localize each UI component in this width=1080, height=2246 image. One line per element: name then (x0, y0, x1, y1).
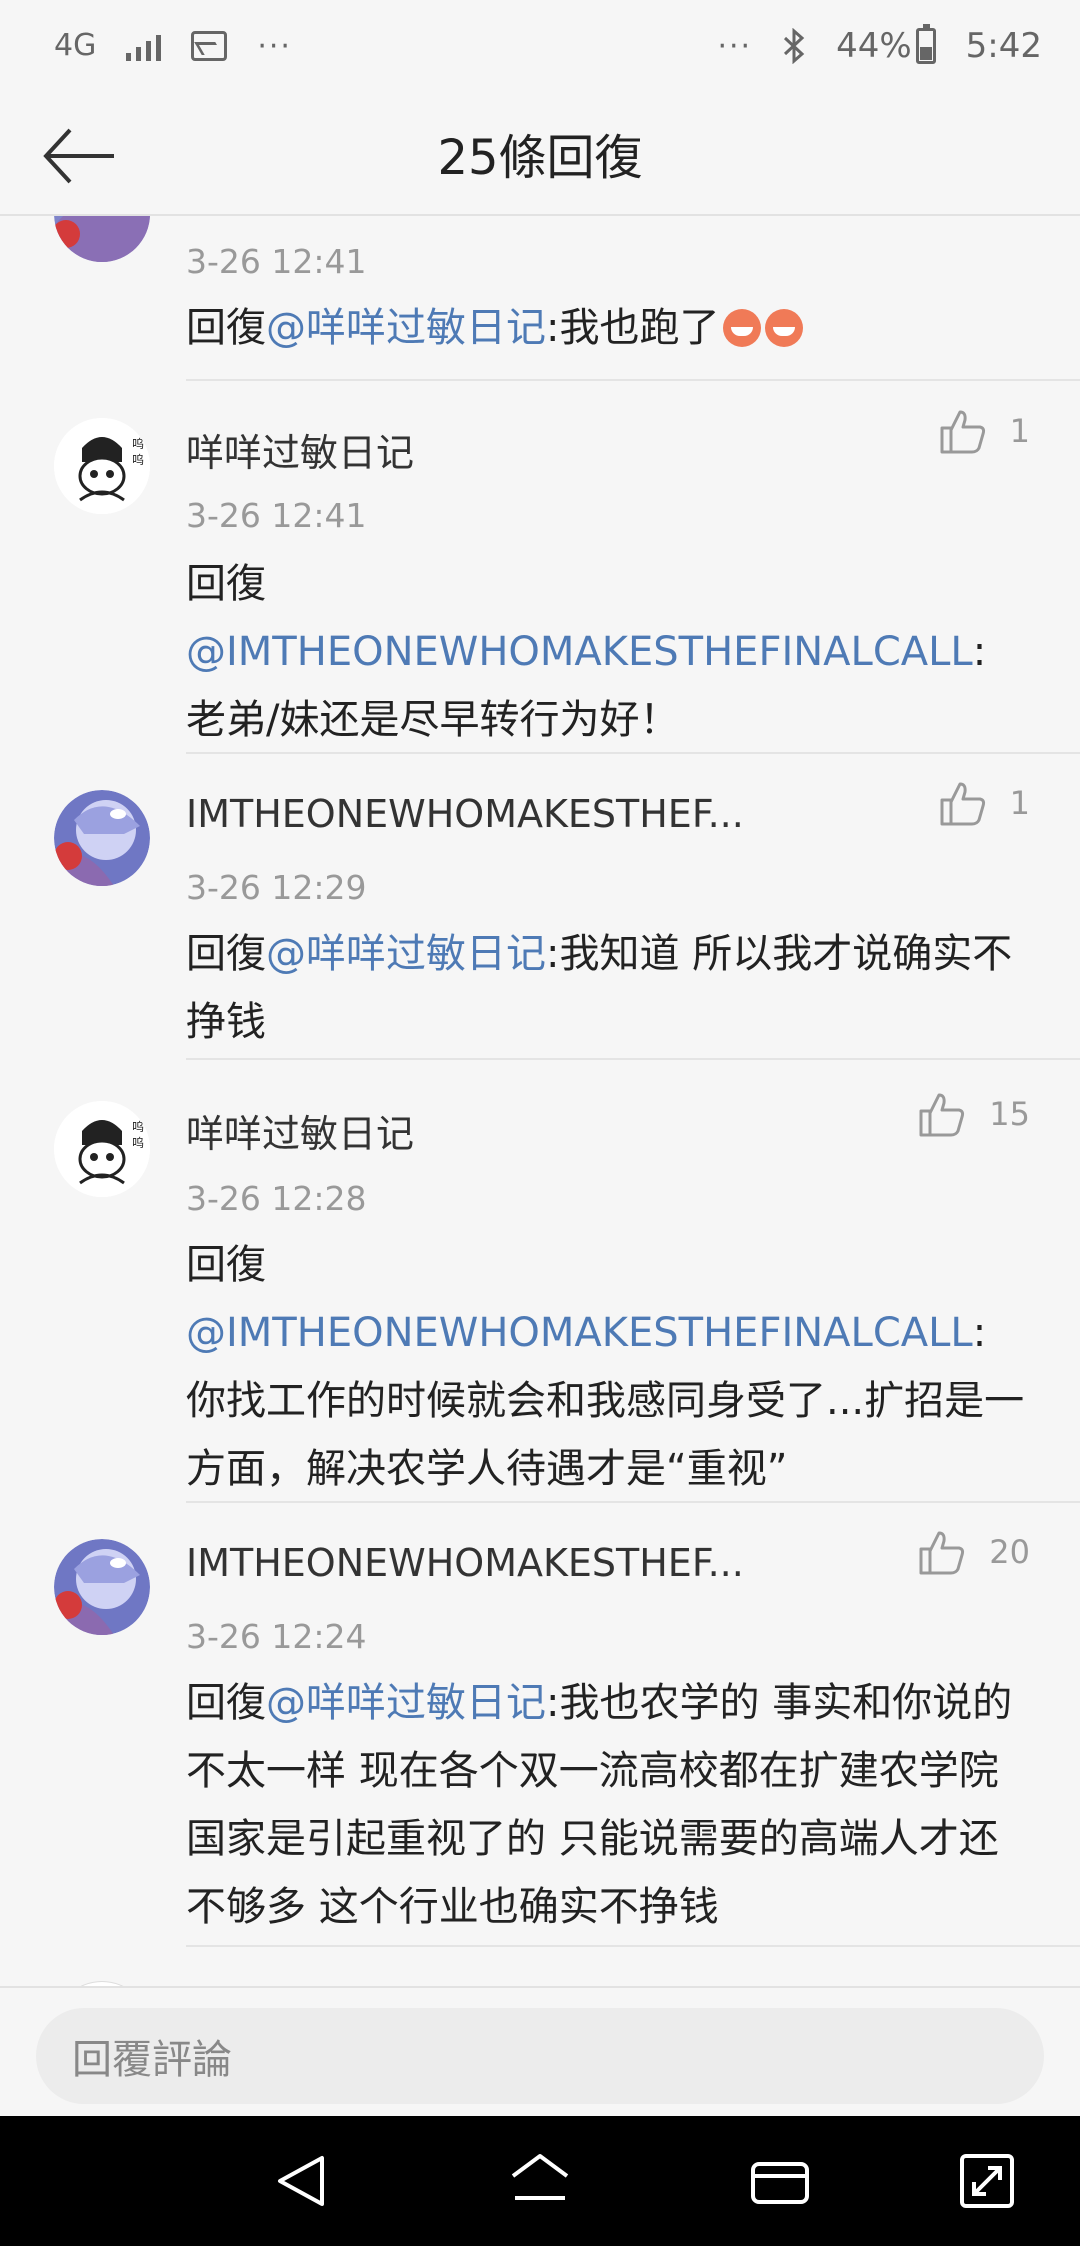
image-notification-icon (191, 31, 228, 61)
comment-time: 3-26 12:41 (186, 242, 367, 281)
svg-text:呜: 呜 (132, 452, 144, 467)
svg-text:呜: 呜 (132, 1135, 144, 1150)
comment-item[interactable]: IMTHEONEWHOMAKESTHEF... 3-26 12:29 1 回復@… (0, 754, 1080, 1061)
avatar[interactable] (54, 790, 150, 886)
reply-bar: 回覆評論 (0, 1986, 1080, 2116)
thumbs-up-icon (919, 1093, 965, 1137)
comment-time: 3-26 12:29 (186, 868, 367, 907)
avatar[interactable]: 呜呜 (54, 1101, 150, 1197)
thumbs-up-icon (940, 410, 985, 454)
battery-indicator: 44% (836, 24, 936, 66)
avatar[interactable]: 呜呜 (54, 418, 150, 514)
like-count: 1 (1009, 412, 1030, 450)
comment-item[interactable]: 呜呜 咩咩过敏日记 3-26 12:41 1 回復 @IMTHEONEWHOMAK… (0, 380, 1080, 754)
clock: 5:42 (965, 26, 1042, 66)
nav-expand-button[interactable] (952, 2146, 1022, 2216)
mention-link[interactable]: @IMTHEONEWHOMAKESTHEFINALCALL (186, 1310, 973, 1356)
comment-time: 3-26 12:28 (186, 1179, 367, 1218)
nav-back-icon (278, 2156, 324, 2206)
like-count: 1 (1009, 784, 1030, 822)
comment-username[interactable]: IMTHEONEWHOMAKESTHEF... (186, 1541, 744, 1585)
comment-body: 回復@咩咩过敏日记:我也农学的 事实和你说的不太一样 现在各个双一流高校都在扩建… (186, 1669, 1026, 1941)
comment-item[interactable] (0, 1945, 1080, 1986)
thumbs-up-icon (919, 1531, 965, 1575)
mention-link[interactable]: @IMTHEONEWHOMAKESTHEFINALCALL (186, 629, 973, 675)
comment-list[interactable]: 3-26 12:41 回復@咩咩过敏日记:我也跑了 呜呜 咩咩过敏日记 3-26… (0, 216, 1080, 1986)
reply-prefix: 回復 (186, 305, 266, 351)
comment-username[interactable]: 咩咩过敏日记 (186, 422, 414, 477)
like-button[interactable]: 20 (917, 1527, 1030, 1577)
battery-percent: 44% (836, 26, 912, 66)
reply-prefix: 回復 (186, 1242, 266, 1288)
nav-expand-icon (960, 2154, 1014, 2208)
signal-icon (126, 31, 162, 61)
comment-item[interactable]: IMTHEONEWHOMAKESTHEF... 3-26 12:24 20 回復… (0, 1503, 1080, 1947)
thumbs-up-icon (940, 782, 985, 826)
laughing-emoji-icon (723, 309, 762, 347)
comment-time: 3-26 12:24 (186, 1617, 367, 1656)
reply-prefix: 回復 (186, 1680, 266, 1726)
comment-time: 3-26 12:41 (186, 496, 367, 535)
more-notifications-icon: ··· (257, 28, 292, 64)
like-button[interactable]: 15 (917, 1089, 1030, 1139)
like-count: 15 (989, 1095, 1030, 1133)
comment-username[interactable]: IMTHEONEWHOMAKESTHEF... (186, 792, 744, 836)
mention-link[interactable]: @咩咩过敏日记 (266, 931, 546, 977)
nav-recents-button[interactable] (745, 2146, 815, 2216)
battery-icon (915, 24, 936, 64)
like-button[interactable]: 1 (938, 778, 1030, 828)
reply-comment-input[interactable]: 回覆評論 (36, 2008, 1044, 2104)
mention-link[interactable]: @咩咩过敏日记 (266, 305, 546, 351)
comment-text: :我也跑了 (546, 305, 720, 351)
like-button[interactable]: 1 (938, 406, 1030, 456)
comment-username[interactable]: 咩咩过敏日记 (186, 1103, 414, 1158)
bluetooth-icon (784, 28, 805, 64)
nav-home-button[interactable] (505, 2146, 575, 2216)
avatar[interactable] (54, 216, 150, 262)
mention-link[interactable]: @咩咩过敏日记 (266, 1680, 546, 1726)
comment-body: 回復@咩咩过敏日记:我知道 所以我才说确实不挣钱 (186, 920, 1026, 1056)
page-header: 25條回復 (0, 92, 1080, 216)
reply-prefix: 回復 (186, 931, 266, 977)
divider (186, 1058, 1080, 1060)
status-right: ··· 44% 5:42 (717, 24, 1042, 66)
more-status-icon: ··· (717, 28, 753, 64)
comment-body: 回復@咩咩过敏日记:我也跑了 (186, 294, 1026, 362)
nav-back-button[interactable] (268, 2146, 338, 2216)
svg-text:呜: 呜 (132, 436, 144, 451)
status-left: 4G ··· (54, 29, 292, 64)
svg-text:呜: 呜 (132, 1119, 144, 1134)
system-nav-bar (0, 2116, 1080, 2246)
laughing-emoji-icon (765, 309, 804, 347)
comment-body: 回復 @IMTHEONEWHOMAKESTHEFINALCALL:你找工作的时候就… (186, 1231, 1026, 1503)
reply-prefix: 回復 (186, 561, 266, 607)
avatar[interactable] (54, 1539, 150, 1635)
page-title: 25條回復 (437, 130, 643, 186)
nav-recents-icon (751, 2162, 809, 2204)
like-count: 20 (989, 1533, 1030, 1571)
nav-home-icon (511, 2154, 569, 2200)
comment-item[interactable]: 呜呜 咩咩过敏日记 3-26 12:28 15 回復 @IMTHEONEWHOMA… (0, 1061, 1080, 1503)
comment-item[interactable]: 3-26 12:41 回復@咩咩过敏日记:我也跑了 (0, 216, 1080, 382)
network-type: 4G (54, 28, 97, 63)
status-bar: 4G ··· ··· 44% 5:42 (0, 0, 1080, 92)
comment-body: 回復 @IMTHEONEWHOMAKESTHEFINALCALL:老弟/妹还是尽早… (186, 550, 1026, 754)
